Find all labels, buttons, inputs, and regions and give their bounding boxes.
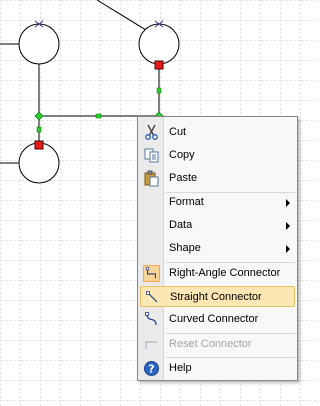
submenu-arrow-icon — [286, 245, 290, 253]
circle-shape[interactable] — [138, 23, 180, 65]
endpoint-handle[interactable] — [34, 140, 44, 150]
submenu-arrow-icon — [286, 222, 290, 230]
menu-item-help[interactable]: ? Help — [140, 358, 295, 379]
menu-item-reset-connector: Reset Connector — [140, 334, 295, 355]
menu-item-label: Curved Connector — [169, 313, 259, 325]
scissors-icon — [145, 124, 158, 140]
menu-item-label: Cut — [169, 126, 187, 138]
svg-text:?: ? — [148, 363, 154, 376]
straight-connector-icon — [146, 291, 158, 303]
menu-item-shape[interactable]: Shape — [140, 238, 295, 259]
menu-item-label: Format — [169, 196, 204, 208]
copy-icon — [144, 148, 159, 163]
midpoint-handle[interactable] — [95, 113, 102, 119]
menu-item-label: Reset Connector — [169, 338, 252, 350]
menu-item-label: Data — [169, 219, 193, 231]
help-icon: ? — [144, 361, 159, 376]
paste-icon — [144, 170, 159, 187]
curved-connector-icon — [145, 312, 157, 326]
midpoint-handle[interactable] — [156, 87, 162, 94]
menu-item-paste[interactable]: Paste — [140, 168, 295, 189]
menu-item-format[interactable]: Format — [140, 192, 295, 213]
menu-item-data[interactable]: Data — [140, 215, 295, 236]
midpoint-handle[interactable] — [36, 126, 42, 133]
menu-item-label: Straight Connector — [170, 291, 262, 303]
context-menu: Cut Copy Paste Format Data Shape Right-A… — [137, 116, 298, 381]
menu-item-label: Help — [169, 362, 192, 374]
menu-item-copy[interactable]: Copy — [140, 145, 295, 166]
menu-item-label: Right-Angle Connector — [169, 267, 281, 279]
menu-item-label: Shape — [169, 242, 201, 254]
menu-item-cut[interactable]: Cut — [140, 122, 295, 143]
menu-item-right-angle-connector[interactable]: Right-Angle Connector — [140, 263, 295, 284]
right-angle-connector-icon — [143, 265, 160, 282]
submenu-arrow-icon — [286, 199, 290, 207]
reset-connector-icon — [145, 341, 157, 349]
menu-item-straight-connector[interactable]: Straight Connector — [140, 286, 295, 307]
menu-item-label: Paste — [169, 172, 198, 184]
endpoint-handle[interactable] — [154, 60, 164, 70]
menu-item-curved-connector[interactable]: Curved Connector — [140, 309, 295, 330]
menu-item-label: Copy — [169, 149, 195, 161]
circle-shape[interactable] — [18, 23, 60, 65]
